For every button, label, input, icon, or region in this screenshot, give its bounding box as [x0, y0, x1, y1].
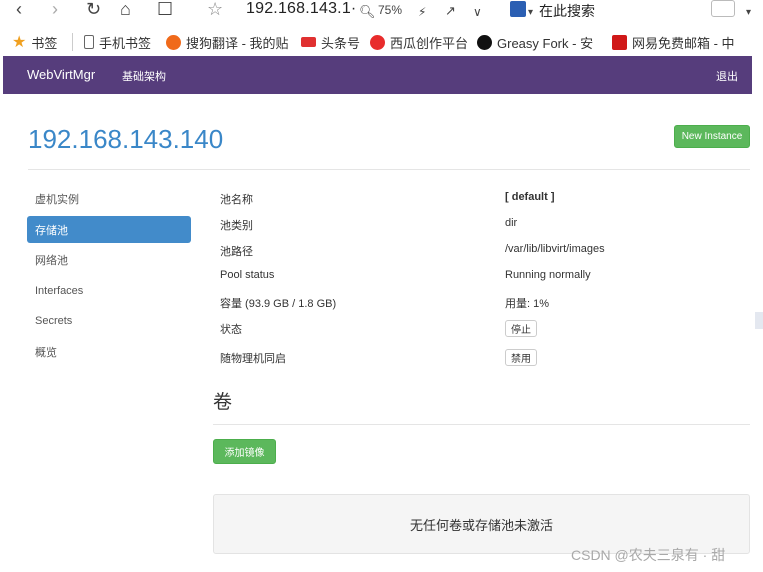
pool-type-label: 池类别: [220, 220, 253, 232]
xigua-icon: [370, 34, 385, 50]
volumes-heading: 卷: [213, 392, 233, 413]
add-image-button[interactable]: 添加镜像: [213, 439, 276, 464]
pool-path-value: /var/lib/libvirt/images: [505, 243, 605, 255]
back-arrow-icon[interactable]: ‹: [16, 0, 22, 18]
scrollbar-thumb[interactable]: [755, 312, 763, 329]
bookmark-item[interactable]: 搜狗翻译 - 我的贴: [166, 32, 289, 52]
star-icon[interactable]: ☆: [207, 0, 223, 18]
pool-path-label: 池路径: [220, 246, 253, 258]
bookmark-item[interactable]: Greasy Fork - 安: [477, 32, 593, 52]
browser-toolbar: ‹ › ↻ ⌂ ☐ ☆ 192.168.143.1· 🔍︎ 75% ⚡︎ ↗ ∨…: [0, 0, 763, 22]
volumes-divider: [213, 424, 750, 425]
pool-name-value: [ default ]: [505, 191, 555, 203]
page-title: 192.168.143.140: [28, 124, 224, 154]
stop-button[interactable]: 停止: [505, 320, 537, 337]
phone-icon: [84, 35, 94, 49]
menu-dropdown-icon[interactable]: ▾: [746, 4, 751, 22]
sidebar-item-networks[interactable]: 网络池: [27, 246, 191, 273]
sidebar-item-secrets[interactable]: Secrets: [27, 307, 191, 334]
reload-icon[interactable]: ↻: [86, 0, 101, 18]
pool-name-label: 池名称: [220, 194, 253, 206]
new-instance-button[interactable]: New Instance: [674, 125, 750, 148]
nav-infrastructure-link[interactable]: 基础架构: [122, 68, 166, 84]
disable-autostart-button[interactable]: 禁用: [505, 349, 537, 366]
pool-status-label: Pool status: [220, 269, 275, 281]
netease-icon: [612, 34, 627, 50]
sidebar-item-storage[interactable]: 存储池: [27, 216, 191, 243]
chevron-down-icon[interactable]: ∨: [473, 3, 482, 21]
address-bar[interactable]: 192.168.143.1·: [246, 0, 356, 18]
bookmark-item[interactable]: ★ 书签: [12, 32, 57, 52]
sidebar-item-instances[interactable]: 虚机实例: [27, 185, 191, 212]
zoom-level[interactable]: 75%: [378, 3, 402, 17]
zoom-icon: 🔍︎: [359, 4, 376, 19]
home-icon[interactable]: ⌂: [120, 0, 131, 18]
star-icon: ★: [12, 33, 27, 51]
toutiao-icon: [301, 37, 316, 47]
reader-icon[interactable]: ☐: [157, 0, 173, 18]
header-divider: [28, 169, 750, 170]
search-engine-dropdown-icon[interactable]: ▾: [528, 4, 533, 22]
bookmark-separator: [72, 33, 73, 51]
empty-volumes-message: 无任何卷或存储池未激活: [409, 517, 553, 533]
search-input[interactable]: 在此搜索: [539, 1, 595, 21]
sidebar-item-overview[interactable]: 概览: [27, 338, 191, 365]
bookmark-item[interactable]: 网易免费邮箱 - 中: [612, 32, 735, 52]
greasyfork-icon: [477, 34, 492, 50]
bookmark-item[interactable]: 手机书签: [84, 32, 151, 52]
sogou-icon: [166, 34, 181, 50]
pool-status-value: Running normally: [505, 269, 591, 281]
pool-capacity-label: 容量 (93.9 GB / 1.8 GB): [220, 298, 337, 310]
watermark: CSDN @农夫三泉有 · 甜: [571, 547, 726, 563]
bookmark-item[interactable]: 头条号: [301, 32, 360, 52]
lightning-icon[interactable]: ⚡︎: [418, 3, 426, 21]
pool-state-label: 状态: [220, 324, 242, 336]
share-icon[interactable]: ↗: [445, 2, 456, 20]
search-engine-icon[interactable]: [510, 1, 526, 17]
bookmark-item[interactable]: 西瓜创作平台: [370, 32, 468, 52]
brand-link[interactable]: WebVirtMgr: [27, 67, 95, 82]
bookmarks-bar: ★ 书签 手机书签 搜狗翻译 - 我的贴 头条号 西瓜创作平台 Greasy F…: [0, 28, 763, 56]
sidebar-item-interfaces[interactable]: Interfaces: [27, 277, 191, 304]
extension-icon[interactable]: [711, 0, 735, 17]
pool-usage-value: 用量: 1%: [505, 298, 550, 310]
navbar: WebVirtMgr 基础架构 退出: [3, 56, 752, 94]
pool-type-value: dir: [505, 217, 518, 229]
forward-arrow-icon[interactable]: ›: [52, 0, 58, 18]
autostart-label: 随物理机同启: [220, 353, 286, 365]
logout-link[interactable]: 退出: [716, 68, 738, 84]
